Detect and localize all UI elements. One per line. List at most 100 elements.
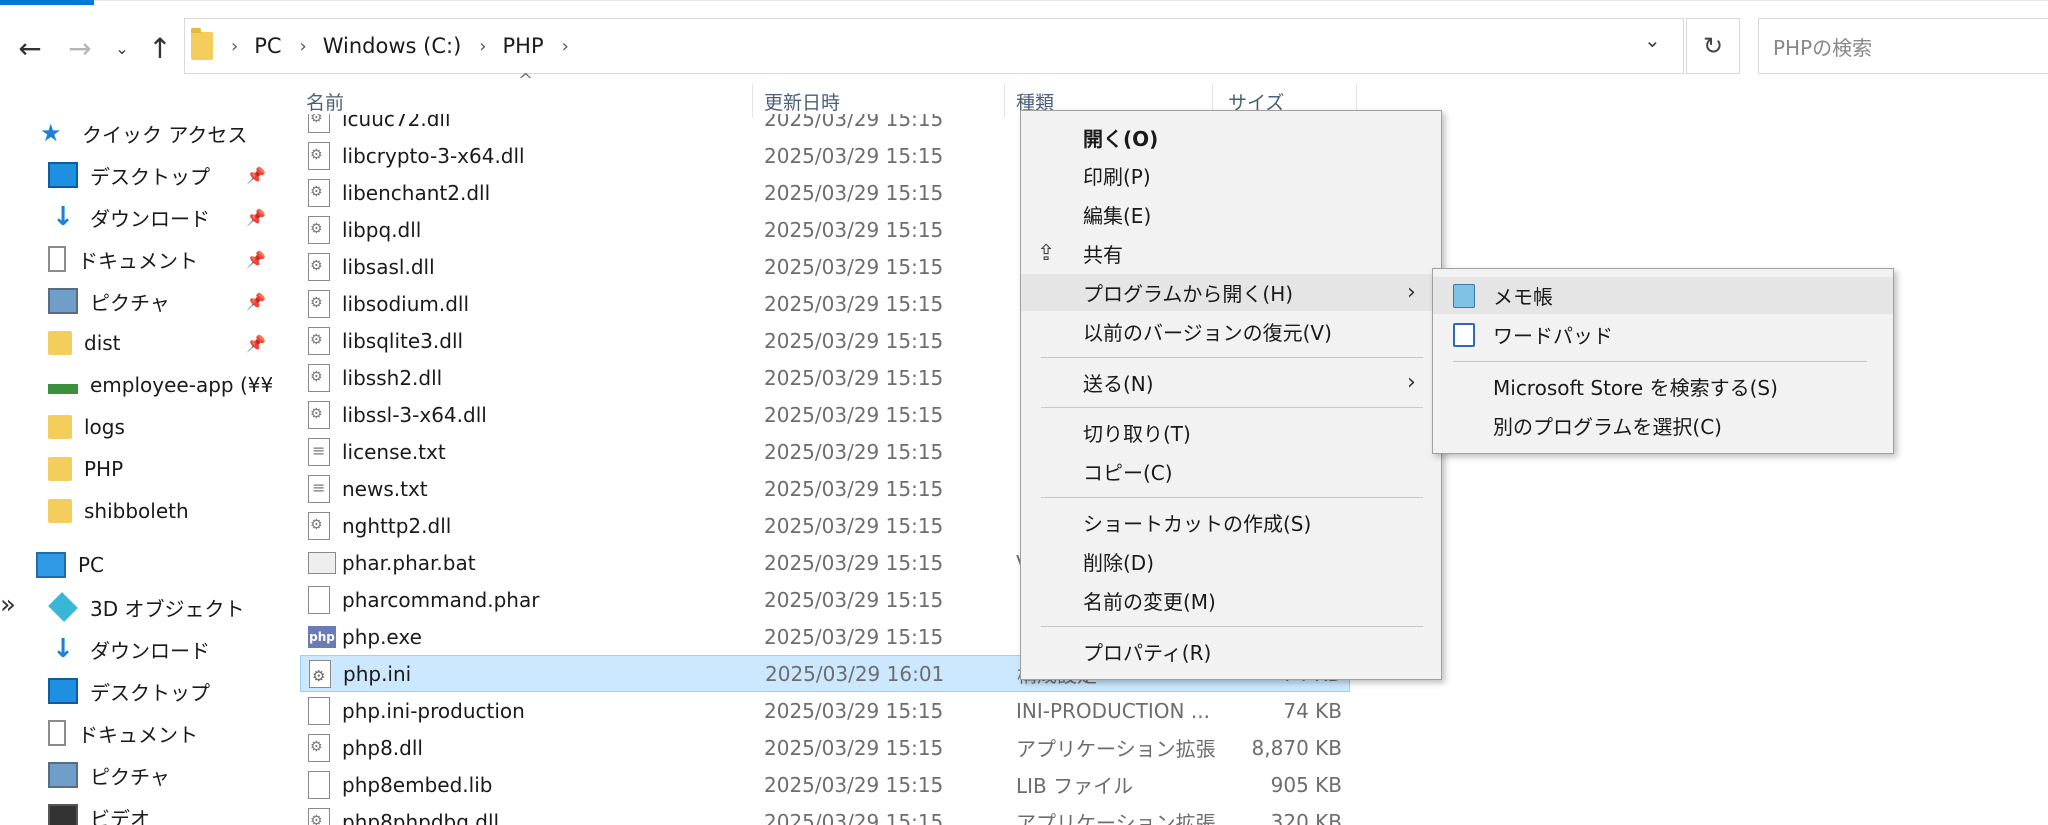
menu-item-open-with[interactable]: プログラムから開く(H) › xyxy=(1021,274,1441,311)
file-name: php8phpdbg.dll xyxy=(342,809,500,825)
nav-pc[interactable]: PC xyxy=(36,546,268,584)
nav-item-pictures[interactable]: ピクチャ xyxy=(48,282,272,320)
nav-item-pc-desktop[interactable]: デスクトップ xyxy=(48,672,272,710)
file-row[interactable]: php8embed.lib 2025/03/29 15:15 LIB ファイル 905… xyxy=(300,766,1350,803)
file-type: LIB ファイル xyxy=(1016,774,1134,798)
pin-icon[interactable]: 📌 xyxy=(246,250,266,269)
file-name: license.txt xyxy=(342,439,446,464)
submenu-item-notepad[interactable]: メモ帳 xyxy=(1433,277,1893,314)
menu-item-label: 名前の変更(M) xyxy=(1083,590,1216,614)
refresh-icon[interactable]: ↻ xyxy=(1686,18,1740,74)
file-date: 2025/03/29 15:15 xyxy=(764,143,944,168)
nav-item-pc-documents[interactable]: ドキュメント xyxy=(48,714,272,752)
file-name: libpq.dll xyxy=(342,217,422,242)
file-date: 2025/03/29 15:15 xyxy=(764,809,944,825)
search-input[interactable]: PHPの検索 xyxy=(1758,18,2048,74)
file-date: 2025/03/29 15:15 xyxy=(764,698,944,723)
menu-divider xyxy=(1453,361,1867,362)
file-date: 2025/03/29 15:15 xyxy=(764,513,944,538)
ribbon-tab-highlight xyxy=(0,0,94,5)
file-name: pharcommand.phar xyxy=(342,587,540,612)
file-name: php8.dll xyxy=(342,735,423,760)
nav-item-pc-videos[interactable]: ビデオ xyxy=(48,798,272,825)
menu-item-restore-versions[interactable]: 以前のバージョンの復元(V) xyxy=(1021,313,1441,350)
menu-divider xyxy=(1041,497,1423,498)
breadcrumb-separator-icon: › xyxy=(299,35,307,57)
up-arrow-icon[interactable]: ↑ xyxy=(144,28,176,68)
column-divider[interactable] xyxy=(752,84,753,118)
address-history-chevron-icon[interactable]: ⌄ xyxy=(1644,28,1661,52)
nav-item-pc-pictures[interactable]: ピクチャ xyxy=(48,756,272,794)
address-bar[interactable]: › PC › Windows (C:) › PHP › xyxy=(184,18,1684,74)
menu-item-label: 共有 xyxy=(1083,243,1123,267)
nav-item-shibboleth[interactable]: shibboleth xyxy=(48,492,272,530)
nav-item-pc-downloads[interactable]: ↓ ダウンロード xyxy=(48,630,272,668)
menu-item-print[interactable]: 印刷(P) xyxy=(1021,157,1441,194)
submenu-item-wordpad[interactable]: ワードパッド xyxy=(1433,316,1893,353)
open-with-submenu: メモ帳 ワードパッド Microsoft Store を検索する(S) 別のプロ… xyxy=(1432,268,1894,454)
collapse-pane-icon[interactable]: » xyxy=(0,590,16,620)
file-date: 2025/03/29 15:15 xyxy=(764,550,944,575)
menu-item-rename[interactable]: 名前の変更(M) xyxy=(1021,582,1441,619)
menu-item-label: コピー(C) xyxy=(1083,461,1173,485)
menu-item-label: メモ帳 xyxy=(1493,285,1553,309)
breadcrumb-separator-icon[interactable]: › xyxy=(562,36,569,57)
folder-icon xyxy=(48,331,72,355)
nav-item-label: employee-app (¥¥m xyxy=(90,373,272,397)
menu-item-delete[interactable]: 削除(D) xyxy=(1021,543,1441,580)
file-row[interactable]: php8.dll 2025/03/29 15:15 アプリケーション拡張 8,870 … xyxy=(300,729,1350,766)
menu-item-open[interactable]: 開く(O) xyxy=(1021,119,1441,156)
download-icon: ↓ xyxy=(52,202,74,232)
submenu-item-choose-app[interactable]: 別のプログラムを選択(C) xyxy=(1433,407,1893,444)
nav-item-dist[interactable]: dist xyxy=(48,324,272,362)
nav-quick-access[interactable]: ★ クイック アクセス xyxy=(40,114,272,152)
dll-file-icon xyxy=(308,733,330,762)
nav-item-label: ドキュメント xyxy=(78,722,198,747)
file-type: INI-PRODUCTION ... xyxy=(1016,698,1210,723)
menu-item-copy[interactable]: コピー(C) xyxy=(1021,453,1441,490)
folder-icon xyxy=(48,457,72,481)
breadcrumb-php[interactable]: PHP xyxy=(502,34,543,58)
menu-item-create-shortcut[interactable]: ショートカットの作成(S) xyxy=(1021,504,1441,541)
file-row[interactable]: php8phpdbg.dll 2025/03/29 15:15 アプリケーション拡張… xyxy=(300,803,1350,825)
file-name: icuuc72.dll xyxy=(342,114,451,131)
breadcrumb-pc[interactable]: PC xyxy=(254,34,281,58)
nav-item-label: デスクトップ xyxy=(90,164,210,189)
nav-item-employee-app[interactable]: employee-app (¥¥m xyxy=(48,366,272,404)
breadcrumb-drive[interactable]: Windows (C:) xyxy=(323,34,462,58)
txt-file-icon xyxy=(308,474,330,503)
menu-item-send-to[interactable]: 送る(N) › xyxy=(1021,364,1441,401)
txt-file-icon xyxy=(308,437,330,466)
menu-item-share[interactable]: ⇪ 共有 xyxy=(1021,235,1441,272)
nav-item-downloads[interactable]: ↓ ダウンロード xyxy=(48,198,272,236)
nav-item-logs[interactable]: logs xyxy=(48,408,272,446)
column-header-name[interactable]: 名前 xyxy=(306,88,344,115)
file-row[interactable]: php.ini-production 2025/03/29 15:15 INI-PR… xyxy=(300,692,1350,729)
column-divider[interactable] xyxy=(1004,84,1005,118)
back-arrow-icon[interactable]: ← xyxy=(10,28,50,68)
forward-arrow-icon[interactable]: → xyxy=(62,28,98,68)
menu-item-cut[interactable]: 切り取り(T) xyxy=(1021,414,1441,451)
file-size: 320 KB xyxy=(1270,809,1342,825)
file-name: php.ini xyxy=(343,661,412,686)
notepad-icon xyxy=(1453,283,1475,308)
nav-item-label: クイック アクセス xyxy=(82,122,248,147)
breadcrumb-separator-icon: › xyxy=(479,35,487,57)
column-header-date[interactable]: 更新日時 xyxy=(764,88,840,115)
menu-item-label: プログラムから開く(H) xyxy=(1083,282,1294,306)
menu-item-edit[interactable]: 編集(E) xyxy=(1021,196,1441,233)
menu-item-properties[interactable]: プロパティ(R) xyxy=(1021,633,1441,670)
submenu-item-store[interactable]: Microsoft Store を検索する(S) xyxy=(1433,368,1893,405)
pin-icon[interactable]: 📌 xyxy=(246,334,266,353)
nav-item-php[interactable]: PHP xyxy=(48,450,272,488)
nav-item-desktop[interactable]: デスクトップ xyxy=(48,156,272,194)
nav-item-3d-objects[interactable]: 3D オブジェクト xyxy=(48,588,272,626)
nav-item-label: PC xyxy=(78,553,105,577)
recent-locations-chevron-icon[interactable]: ⌄ xyxy=(110,28,134,68)
nav-item-documents[interactable]: ドキュメント xyxy=(48,240,272,278)
pin-icon[interactable]: 📌 xyxy=(246,292,266,311)
blank-file-icon xyxy=(308,696,330,725)
file-date: 2025/03/29 15:15 xyxy=(764,439,944,464)
pin-icon[interactable]: 📌 xyxy=(246,208,266,227)
pin-icon[interactable]: 📌 xyxy=(246,166,266,185)
